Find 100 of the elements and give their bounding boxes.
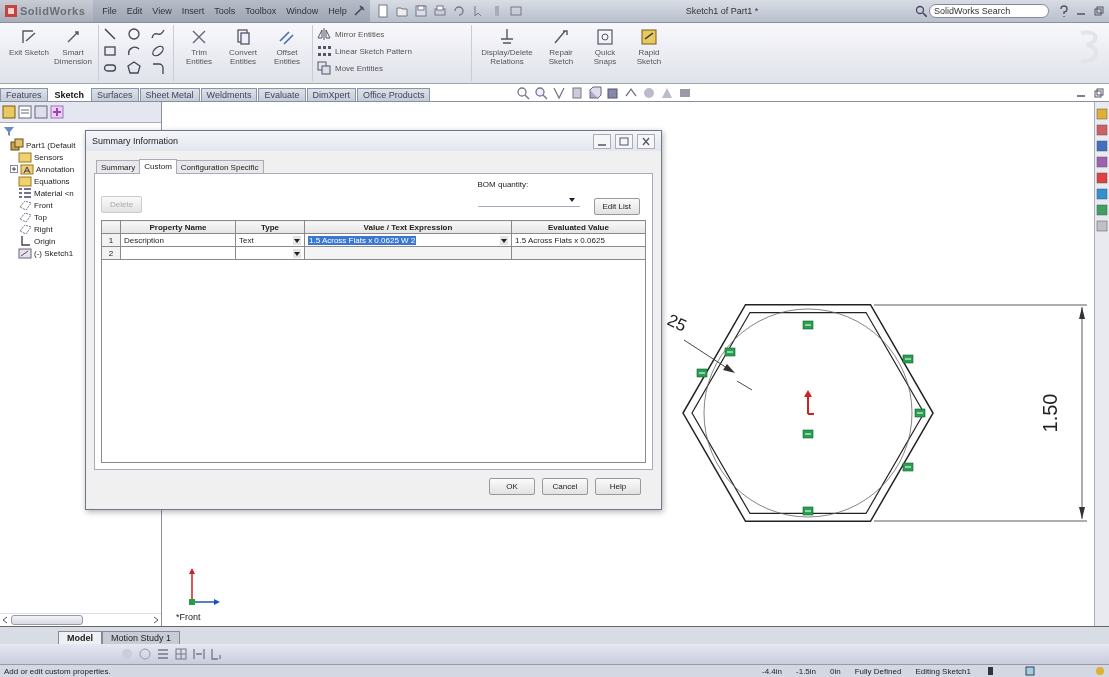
task-pane-icon[interactable] [1096, 188, 1108, 200]
list-icon[interactable] [156, 647, 170, 661]
plane-icon[interactable] [18, 198, 32, 212]
task-pane-icon[interactable] [1096, 140, 1108, 152]
help-icon[interactable] [1057, 5, 1069, 17]
relation-marker-icon[interactable] [802, 320, 814, 330]
task-pane-icon[interactable] [1096, 220, 1108, 232]
new-icon[interactable] [375, 4, 390, 18]
bottom-tab[interactable]: Model [58, 631, 102, 644]
tool-label[interactable]: Smart Dimension [52, 48, 94, 66]
edit-list-button[interactable]: Edit List [593, 198, 640, 215]
relation-marker-icon[interactable] [802, 506, 814, 516]
property-name-cell[interactable] [120, 246, 236, 260]
relation-marker-icon[interactable] [902, 354, 914, 364]
command-tab[interactable]: Features [0, 88, 48, 101]
tree-item[interactable]: Right [34, 224, 53, 234]
mirror-icon[interactable] [317, 27, 331, 41]
tool-label[interactable]: Quick Snaps [584, 48, 626, 66]
toggle-icon[interactable] [1025, 666, 1035, 676]
tree-item[interactable]: Top [34, 212, 47, 222]
restore-icon[interactable] [1093, 5, 1105, 17]
menu-item[interactable]: View [147, 6, 177, 16]
collapse-icon[interactable] [210, 647, 224, 661]
section-view-icon[interactable] [570, 85, 585, 100]
relation-marker-icon[interactable] [696, 368, 708, 378]
dialog-button[interactable]: OK [489, 478, 535, 495]
relation-marker-icon[interactable] [914, 408, 926, 418]
line-icon[interactable] [103, 27, 117, 41]
tool-label[interactable]: Display/Delete Relations [476, 48, 538, 66]
zoom-fit-icon[interactable] [516, 85, 531, 100]
slot-icon[interactable] [103, 61, 117, 75]
zoom-area-icon[interactable] [534, 85, 549, 100]
tool-label[interactable]: Repair Sketch [540, 48, 582, 66]
previous-view-icon[interactable] [552, 85, 567, 100]
tool-label[interactable]: Rapid Sketch [628, 48, 670, 66]
sketch-icon[interactable] [18, 246, 32, 260]
menu-item[interactable]: Window [281, 6, 324, 16]
menu-item[interactable]: Tools [209, 6, 241, 16]
polygon-icon[interactable] [127, 61, 141, 75]
type-dropdown[interactable] [235, 246, 305, 260]
property-manager-icon[interactable] [18, 105, 32, 119]
tool-label[interactable]: Move Entities [335, 63, 384, 73]
plane-icon[interactable] [18, 222, 32, 236]
tree-item[interactable]: (-) Sketch1 [34, 248, 74, 258]
tree-item[interactable]: Material <n [34, 188, 74, 198]
dimxpert-icon[interactable] [50, 105, 64, 119]
plane-icon[interactable] [18, 210, 32, 224]
search-field[interactable]: SolidWorks Search [929, 4, 1049, 18]
grid-view-icon[interactable] [174, 647, 188, 661]
relation-marker-icon[interactable] [902, 462, 914, 472]
menu-item[interactable]: File [97, 6, 122, 16]
tree-item[interactable]: Origin [34, 236, 56, 246]
command-tab[interactable]: Surfaces [91, 88, 139, 101]
origin-icon[interactable] [18, 234, 32, 248]
menu-item[interactable]: Edit [121, 6, 148, 16]
tool-label[interactable]: Trim Entities [178, 48, 220, 66]
scroll-right-icon[interactable] [153, 616, 159, 624]
undo-icon[interactable] [451, 4, 466, 18]
close-icon[interactable] [637, 133, 655, 149]
tool-label[interactable]: Offset Entities [266, 48, 308, 66]
annotation-folder-icon[interactable] [20, 162, 34, 176]
snap-icon[interactable] [595, 27, 615, 47]
expand-icon[interactable] [10, 165, 18, 173]
search-icon[interactable] [915, 5, 927, 17]
tool-label[interactable]: Convert Entities [222, 48, 264, 66]
menu-item[interactable]: Toolbox [240, 6, 282, 16]
fit-icon[interactable] [192, 647, 206, 661]
tool-label[interactable]: Mirror Entities [335, 29, 385, 39]
display-style-icon[interactable] [606, 85, 621, 100]
relation-marker-icon[interactable] [802, 429, 814, 439]
dimension-text[interactable]: 25 [664, 310, 690, 336]
task-pane-icon[interactable] [1096, 124, 1108, 136]
rectangle-icon[interactable] [103, 44, 117, 58]
command-tab[interactable]: Sheet Metal [139, 88, 200, 101]
command-tab[interactable]: Weldments [200, 88, 258, 101]
rapid-sketch-icon[interactable] [639, 27, 659, 47]
relation-marker-icon[interactable] [724, 347, 736, 357]
value-dropdown[interactable]: 1.5 Across Flats x 0.0625 W 2 [304, 233, 512, 247]
dialog-tab[interactable]: Custom [139, 159, 177, 174]
command-tab[interactable]: Office Products [357, 88, 431, 101]
menu-item[interactable]: Help [323, 6, 352, 16]
move-icon[interactable] [317, 61, 331, 75]
tree-item[interactable]: Annotation [36, 164, 75, 174]
dialog-tab[interactable]: Summary [96, 160, 141, 174]
arc-icon[interactable] [127, 44, 141, 58]
scrollbar-thumb[interactable] [11, 615, 83, 625]
menu-item[interactable]: Insert [176, 6, 210, 16]
tree-item[interactable]: Equations [34, 176, 70, 186]
task-pane-icon[interactable] [1096, 172, 1108, 184]
tree-item[interactable]: Part1 (Default [26, 140, 76, 150]
type-dropdown[interactable]: Text [235, 233, 305, 247]
task-pane-icon[interactable] [1096, 108, 1108, 120]
tool-label[interactable]: Exit Sketch [9, 48, 49, 57]
part-icon[interactable] [10, 138, 24, 152]
minimize-icon[interactable] [593, 133, 611, 149]
tool-label[interactable]: Linear Sketch Pattern [335, 46, 412, 56]
dialog-button[interactable]: Cancel [542, 478, 588, 495]
save-icon[interactable] [413, 4, 428, 18]
ellipse-icon[interactable] [151, 44, 165, 58]
circle-icon[interactable] [127, 27, 141, 41]
